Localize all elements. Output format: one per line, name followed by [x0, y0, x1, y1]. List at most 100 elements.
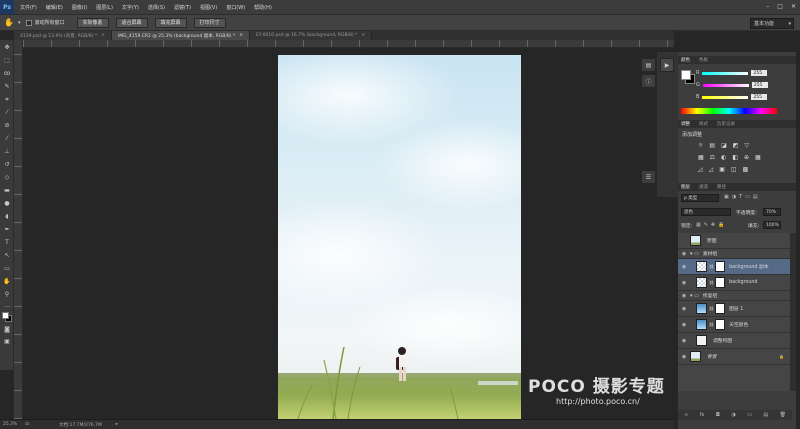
layer-name[interactable]: background [729, 280, 757, 285]
add-mask-icon[interactable]: ◘ [716, 412, 720, 418]
tab-adjustments[interactable]: 调整 [681, 121, 690, 127]
layer-row[interactable]: ◉ ⛓ 天空颜色 [678, 317, 790, 333]
crop-tool-icon[interactable]: ⌗ [2, 96, 12, 104]
marquee-tool-icon[interactable]: ⬚ [2, 57, 12, 65]
visibility-eye-icon[interactable]: ◉ [678, 293, 690, 299]
layer-row[interactable]: ◉ 背景 🔒 [678, 349, 790, 365]
brightness-contrast-icon[interactable]: ☼ [698, 142, 703, 149]
fill-screen-button[interactable]: 填充屏幕 [154, 17, 187, 28]
green-slider[interactable] [702, 83, 749, 87]
info-panel-icon[interactable]: ⓘ [641, 74, 656, 88]
foreground-color-swatch[interactable] [681, 70, 691, 80]
menu-filter[interactable]: 滤镜(T) [174, 4, 191, 11]
folder-icon[interactable]: ▾ ▭ [690, 251, 699, 257]
close-icon[interactable]: × [239, 33, 243, 38]
new-adjustment-icon[interactable]: ◑ [731, 412, 735, 418]
layer-group-row[interactable]: ◉ ▾ ▭ 修复组 [678, 291, 790, 301]
menu-file[interactable]: 文件(F) [20, 4, 37, 11]
layer-filter-icons[interactable]: ▣◑T▭▤ [724, 194, 761, 200]
opacity-input[interactable]: 70% [763, 208, 781, 216]
levels-icon[interactable]: ▤ [709, 142, 715, 149]
layer-mask-thumbnail[interactable] [715, 303, 726, 314]
photo-filter-icon[interactable]: ◧ [732, 154, 738, 161]
layer-name[interactable]: 天空颜色 [729, 321, 748, 328]
move-tool-icon[interactable]: ✥ [2, 44, 12, 52]
layer-mask-thumbnail[interactable] [715, 319, 726, 330]
quick-select-tool-icon[interactable]: ✎ [2, 83, 12, 91]
pen-tool-icon[interactable]: ✒ [2, 226, 12, 234]
tab-history[interactable]: 历史记录 [717, 121, 735, 127]
menu-type[interactable]: 文字(Y) [122, 4, 139, 11]
tab-swatches[interactable]: 色板 [699, 57, 708, 63]
exposure-icon[interactable]: ◩ [733, 142, 739, 149]
eyedropper-tool-icon[interactable]: ⁄ [2, 109, 12, 117]
red-slider[interactable] [702, 71, 749, 75]
layer-row[interactable]: ◉ ⛓ 图层 1 [678, 301, 790, 317]
visibility-eye-icon[interactable]: ◉ [678, 280, 690, 286]
tab-styles[interactable]: 样式 [699, 121, 708, 127]
play-icon[interactable]: ▶ [660, 58, 674, 72]
layer-name[interactable]: 调整构图 [713, 337, 732, 344]
tab-color[interactable]: 颜色 [681, 57, 690, 63]
black-white-icon[interactable]: ◐ [721, 154, 726, 161]
link-layers-icon[interactable]: ∞ [684, 412, 688, 418]
hand-tool-icon[interactable]: ✋ [2, 278, 12, 286]
quick-mask-icon[interactable]: ◙ [2, 326, 12, 334]
tab-paths[interactable]: 路径 [717, 184, 726, 190]
layer-name[interactable]: 背景 [707, 353, 717, 360]
fill-input[interactable]: 100% [763, 221, 781, 229]
close-icon[interactable]: × [101, 33, 105, 38]
layer-mask-thumbnail[interactable] [715, 277, 726, 288]
tab-layers[interactable]: 图层 [681, 184, 690, 190]
zoom-tool-icon[interactable]: ⚲ [2, 291, 12, 299]
visibility-eye-icon[interactable]: ◉ [678, 354, 690, 360]
invert-icon[interactable]: ◿ [698, 166, 703, 173]
layer-group-row[interactable]: ◉ ▾ ▭ 素材组 [678, 249, 790, 259]
layer-name[interactable]: 修复组 [703, 292, 717, 299]
folder-icon[interactable]: ▾ ▭ [690, 293, 699, 299]
menu-view[interactable]: 视图(V) [200, 4, 217, 11]
fit-screen-button[interactable]: 适合屏幕 [115, 17, 148, 28]
visibility-eye-icon[interactable]: ◉ [678, 264, 690, 270]
chain-link-icon[interactable]: ⛓ [709, 306, 714, 311]
zoom-level[interactable]: 25.3% [3, 422, 17, 427]
layer-kind-filter[interactable]: ρ 类型 [681, 194, 719, 202]
print-size-button[interactable]: 打印尺寸 [193, 17, 226, 28]
threshold-icon[interactable]: ▣ [719, 166, 725, 173]
visibility-eye-icon[interactable]: ◉ [678, 306, 690, 312]
scroll-all-checkbox[interactable] [26, 19, 33, 26]
screen-mode-icon[interactable]: ▣ [2, 338, 12, 346]
workspace-switcher[interactable]: 基本功能 ▾ [750, 18, 794, 29]
green-value-input[interactable]: 255 [751, 82, 768, 88]
eraser-tool-icon[interactable]: ◇ [2, 174, 12, 182]
layer-mask-thumbnail[interactable] [715, 261, 726, 272]
shape-tool-icon[interactable]: ▭ [2, 265, 12, 273]
brush-tool-icon[interactable]: ⁄ [2, 135, 12, 143]
close-icon[interactable]: ✕ [791, 3, 796, 10]
gradient-tool-icon[interactable]: ▬ [2, 187, 12, 195]
tab-channels[interactable]: 通道 [699, 184, 708, 190]
chain-link-icon[interactable]: ⛓ [709, 280, 714, 285]
tab-doc-4159[interactable]: 4159.psd @ 13.9% (背景, RGB/8) * × [14, 31, 112, 40]
properties-panel-icon[interactable]: ☰ [641, 170, 656, 184]
menu-window[interactable]: 窗口(W) [226, 4, 245, 11]
chain-link-icon[interactable]: ⛓ [709, 322, 714, 327]
tab-doc-img4159[interactable]: IMG_4159.CR2 @ 25.3% (background 副本, RGB… [111, 31, 250, 40]
lasso-tool-icon[interactable]: ꝏ [2, 70, 12, 78]
new-group-icon[interactable]: ▭ [747, 412, 752, 418]
visibility-eye-icon[interactable]: ◉ [678, 322, 690, 328]
type-tool-icon[interactable]: T [2, 239, 12, 247]
actual-pixels-button[interactable]: 实际像素 [76, 17, 109, 28]
chain-link-icon[interactable]: ⛓ [709, 264, 714, 269]
delete-layer-icon[interactable]: 🗑 [780, 412, 786, 418]
color-lookup-icon[interactable]: ▦ [755, 154, 761, 161]
menu-select[interactable]: 选择(S) [148, 4, 165, 11]
layer-style-icon[interactable]: fx [700, 412, 705, 418]
selective-color-icon[interactable]: ▩ [743, 166, 749, 173]
share-icon[interactable]: ⊡ [25, 422, 29, 427]
hand-tool-icon[interactable]: ✋ [4, 18, 14, 27]
layer-name[interactable]: 图层 1 [729, 305, 743, 312]
menu-help[interactable]: 帮助(H) [254, 4, 272, 11]
blue-slider[interactable] [702, 95, 749, 99]
color-spectrum-bar[interactable] [681, 108, 777, 114]
